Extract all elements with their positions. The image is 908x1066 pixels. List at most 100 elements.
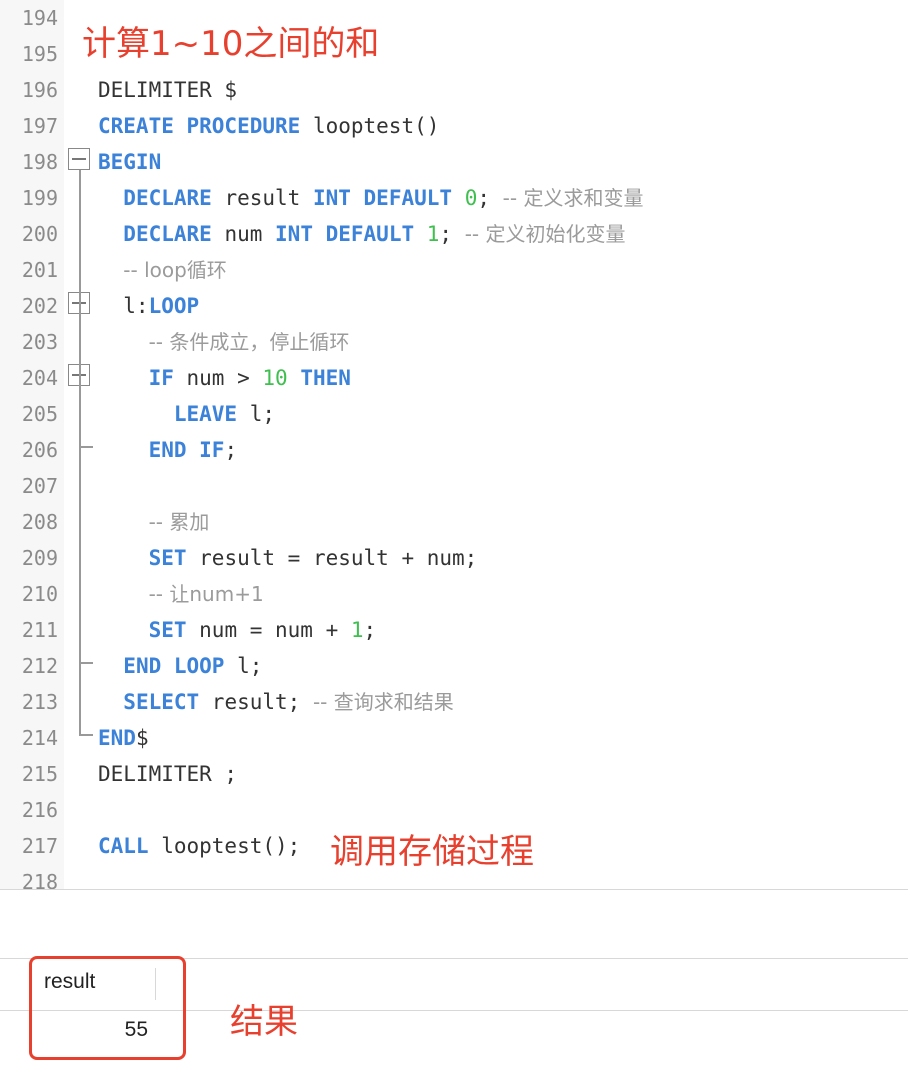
code-line: 208 -- 累加	[0, 504, 908, 540]
code-line: 214 END$	[0, 720, 908, 756]
sql-comment: -- 查询求和结果	[312, 690, 454, 714]
fold-toggle-begin-icon[interactable]	[68, 148, 90, 170]
code-line: 212 END LOOP l;	[0, 648, 908, 684]
code-text: SET num = num + 1;	[98, 612, 377, 648]
code-text: SET result = result + num;	[98, 540, 478, 576]
line-number: 218	[21, 870, 58, 894]
line-number: 209	[21, 546, 58, 570]
sql-comment: -- 定义求和变量	[502, 186, 644, 210]
code-token: DELIMITER ;	[98, 762, 238, 786]
code-token: looptest()	[300, 114, 440, 138]
sql-number: 10	[262, 366, 288, 390]
line-number: 195	[21, 42, 58, 66]
code-text: LEAVE l;	[98, 396, 275, 432]
editor-divider	[0, 889, 908, 890]
code-line: 202 l:LOOP	[0, 288, 908, 324]
line-number: 207	[21, 474, 58, 498]
code-token: ;	[439, 222, 465, 246]
sql-comment: -- loop循环	[123, 258, 227, 282]
sql-keyword: BEGIN	[98, 150, 162, 174]
code-line: 215 DELIMITER ;	[0, 756, 908, 792]
code-line: 210 -- 让num+1	[0, 576, 908, 612]
sql-keyword: END IF	[148, 438, 225, 462]
title-annotation: 计算1~10之间的和	[82, 24, 380, 64]
sql-keyword: END	[98, 726, 136, 750]
code-line: 197 CREATE PROCEDURE looptest()	[0, 108, 908, 144]
line-number: 211	[21, 618, 58, 642]
sql-keyword: LOOP	[148, 294, 200, 318]
line-number: 197	[21, 114, 58, 138]
line-number: 210	[21, 582, 58, 606]
sql-number: 1	[350, 618, 364, 642]
sql-keyword: LEAVE	[173, 402, 238, 426]
line-number: 212	[21, 654, 58, 678]
sql-number: 0	[464, 186, 478, 210]
code-line: 209 SET result = result + num;	[0, 540, 908, 576]
line-number: 196	[21, 78, 58, 102]
code-token: result;	[199, 690, 313, 714]
code-text: -- 让num+1	[98, 576, 264, 612]
sql-keyword: SET	[148, 618, 187, 642]
code-text: CALL looptest();	[98, 828, 300, 864]
line-number: 205	[21, 402, 58, 426]
line-number: 217	[21, 834, 58, 858]
line-number: 204	[21, 366, 58, 390]
code-token: l;	[237, 402, 276, 426]
sql-comment: -- 条件成立，停止循环	[148, 330, 350, 354]
code-line: 198 BEGIN	[0, 144, 908, 180]
sql-keyword: SET	[148, 546, 187, 570]
code-text: DELIMITER ;	[98, 756, 237, 792]
sql-keyword: END LOOP	[123, 654, 225, 678]
line-number: 206	[21, 438, 58, 462]
line-number: 198	[21, 150, 58, 174]
fold-end-tick	[79, 446, 93, 448]
line-number: 203	[21, 330, 58, 354]
code-line: 203 -- 条件成立，停止循环	[0, 324, 908, 360]
code-text: -- loop循环	[98, 252, 227, 288]
sql-keyword: DECLARE	[123, 222, 212, 246]
line-number: 214	[21, 726, 58, 750]
sql-comment: -- 累加	[148, 510, 210, 534]
sql-keyword: SELECT	[123, 690, 200, 714]
code-line: 211 SET num = num + 1;	[0, 612, 908, 648]
sql-keyword: INT DEFAULT	[312, 186, 453, 210]
code-token: num	[211, 222, 276, 246]
code-text: IF num > 10 THEN	[98, 360, 351, 396]
code-token: ;	[224, 438, 238, 462]
code-token: ;	[363, 618, 377, 642]
line-number: 202	[21, 294, 58, 318]
code-text: END IF;	[98, 432, 238, 468]
line-number: 199	[21, 186, 58, 210]
code-token: ;	[477, 186, 503, 210]
sql-keyword: INT DEFAULT	[275, 222, 415, 246]
code-token: result = result + num;	[186, 546, 478, 570]
line-number: 213	[21, 690, 58, 714]
code-token: result	[211, 186, 313, 210]
code-text: BEGIN	[98, 144, 161, 180]
code-line: 196 DELIMITER $	[0, 72, 908, 108]
code-line: 201 -- loop循环	[0, 252, 908, 288]
line-number: 200	[21, 222, 58, 246]
code-editor[interactable]: 194 195 196 DELIMITER $ 197 CREATE PROCEDURE …	[0, 0, 908, 894]
code-line: 206 END IF;	[0, 432, 908, 468]
line-number: 216	[21, 798, 58, 822]
fold-guide-line	[79, 170, 81, 734]
code-line: 213 SELECT result; -- 查询求和结果	[0, 684, 908, 720]
code-text: l:LOOP	[98, 288, 199, 324]
sql-keyword: IF	[148, 366, 174, 390]
sql-keyword: THEN	[300, 366, 351, 390]
fold-end-tick	[79, 662, 93, 664]
